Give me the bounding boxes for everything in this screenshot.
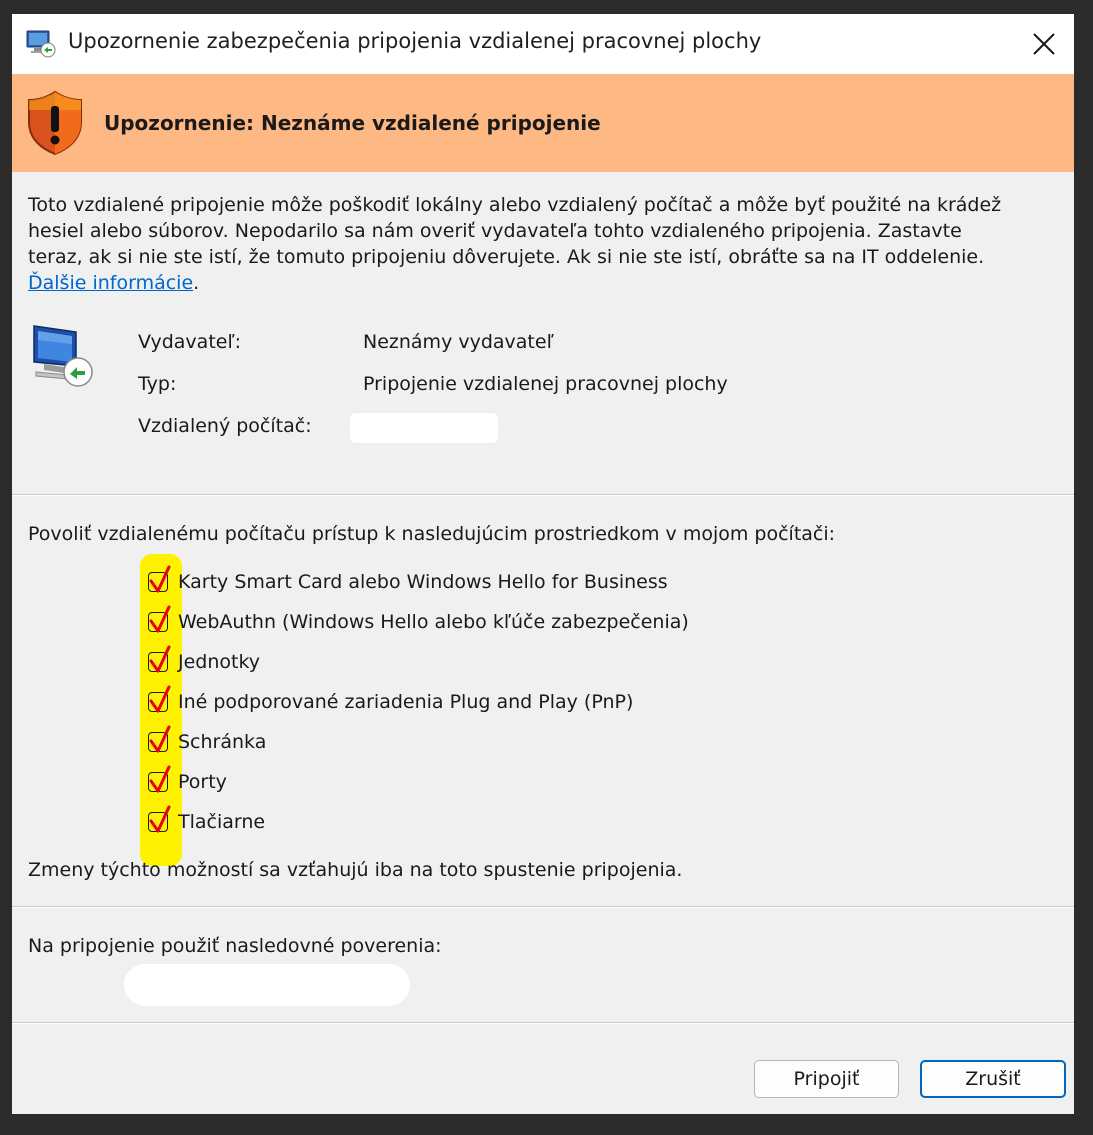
checkbox[interactable] bbox=[148, 685, 171, 713]
warning-line: teraz, ak si nie ste istí, že tomuto pri… bbox=[28, 246, 985, 268]
type-label: Typ: bbox=[138, 373, 177, 395]
checkmark-icon bbox=[149, 645, 171, 673]
type-value: Pripojenie vzdialenej pracovnej plochy bbox=[363, 373, 728, 395]
redacted-credentials bbox=[124, 964, 410, 1006]
checkmark-icon bbox=[149, 685, 171, 713]
warning-banner: Upozornenie: Neznáme vzdialené pripojeni… bbox=[12, 74, 1074, 172]
checkbox[interactable] bbox=[148, 565, 171, 593]
checkbox[interactable] bbox=[148, 645, 171, 673]
divider bbox=[12, 907, 1074, 908]
checkbox-label: WebAuthn (Windows Hello alebo kľúče zabe… bbox=[178, 611, 689, 633]
remote-computer-icon bbox=[33, 325, 93, 387]
cancel-button[interactable]: Zrušiť bbox=[920, 1060, 1066, 1098]
resource-option[interactable]: Karty Smart Card alebo Windows Hello for… bbox=[148, 565, 668, 597]
warning-line: Toto vzdialené pripojenie môže poškodiť … bbox=[28, 194, 1002, 216]
resources-heading: Povoliť vzdialenému počítaču prístup k n… bbox=[28, 523, 836, 545]
checkbox-label: Iné podporované zariadenia Plug and Play… bbox=[178, 691, 634, 713]
checkmark-icon bbox=[149, 765, 171, 793]
checkbox-label: Schránka bbox=[178, 731, 267, 753]
window-title: Upozornenie zabezpečenia pripojenia vzdi… bbox=[68, 29, 762, 53]
link-period: . bbox=[193, 272, 200, 294]
resource-option[interactable]: WebAuthn (Windows Hello alebo kľúče zabe… bbox=[148, 605, 689, 637]
connect-button[interactable]: Pripojiť bbox=[754, 1060, 899, 1098]
resource-option[interactable]: Tlačiarne bbox=[148, 805, 266, 837]
options-note: Zmeny týchto možností sa vzťahujú iba na… bbox=[28, 859, 683, 881]
checkbox[interactable] bbox=[148, 725, 171, 753]
warning-shield-icon bbox=[28, 90, 82, 156]
divider bbox=[12, 495, 1074, 496]
divider bbox=[12, 1023, 1074, 1024]
checkbox-label: Jednotky bbox=[178, 651, 261, 673]
warning-paragraph: Toto vzdialené pripojenie môže poškodiť … bbox=[28, 192, 1058, 296]
dialog-window: Upozornenie zabezpečenia pripojenia vzdi… bbox=[12, 14, 1074, 1114]
checkbox[interactable] bbox=[148, 805, 171, 833]
remote-desktop-icon bbox=[26, 30, 56, 58]
credentials-label: Na pripojenie použiť nasledovné povereni… bbox=[28, 935, 442, 957]
remote-computer-label: Vzdialený počítač: bbox=[138, 415, 312, 437]
checkbox-label: Tlačiarne bbox=[178, 811, 266, 833]
resource-option[interactable]: Porty bbox=[148, 765, 227, 797]
checkbox-label: Karty Smart Card alebo Windows Hello for… bbox=[178, 571, 668, 593]
resource-option[interactable]: Schránka bbox=[148, 725, 267, 757]
checkmark-icon bbox=[149, 725, 171, 753]
more-info-link[interactable]: Ďalšie informácie bbox=[28, 272, 193, 294]
resource-option[interactable]: Jednotky bbox=[148, 645, 261, 677]
publisher-label: Vydavateľ: bbox=[138, 331, 241, 353]
checkbox[interactable] bbox=[148, 765, 171, 793]
resource-option[interactable]: Iné podporované zariadenia Plug and Play… bbox=[148, 685, 634, 717]
close-icon bbox=[1033, 33, 1055, 55]
close-button[interactable] bbox=[1014, 14, 1074, 74]
checkmark-icon bbox=[149, 805, 171, 833]
checkmark-icon bbox=[149, 565, 171, 593]
publisher-value: Neznámy vydavateľ bbox=[363, 331, 554, 353]
checkmark-icon bbox=[149, 605, 171, 633]
title-bar: Upozornenie zabezpečenia pripojenia vzdi… bbox=[12, 14, 1074, 74]
banner-title: Upozornenie: Neznáme vzdialené pripojeni… bbox=[104, 111, 601, 135]
warning-line: hesiel alebo súborov. Nepodarilo sa nám … bbox=[28, 220, 962, 242]
checkbox[interactable] bbox=[148, 605, 171, 633]
redacted-computer-name bbox=[350, 413, 498, 443]
checkbox-label: Porty bbox=[178, 771, 227, 793]
